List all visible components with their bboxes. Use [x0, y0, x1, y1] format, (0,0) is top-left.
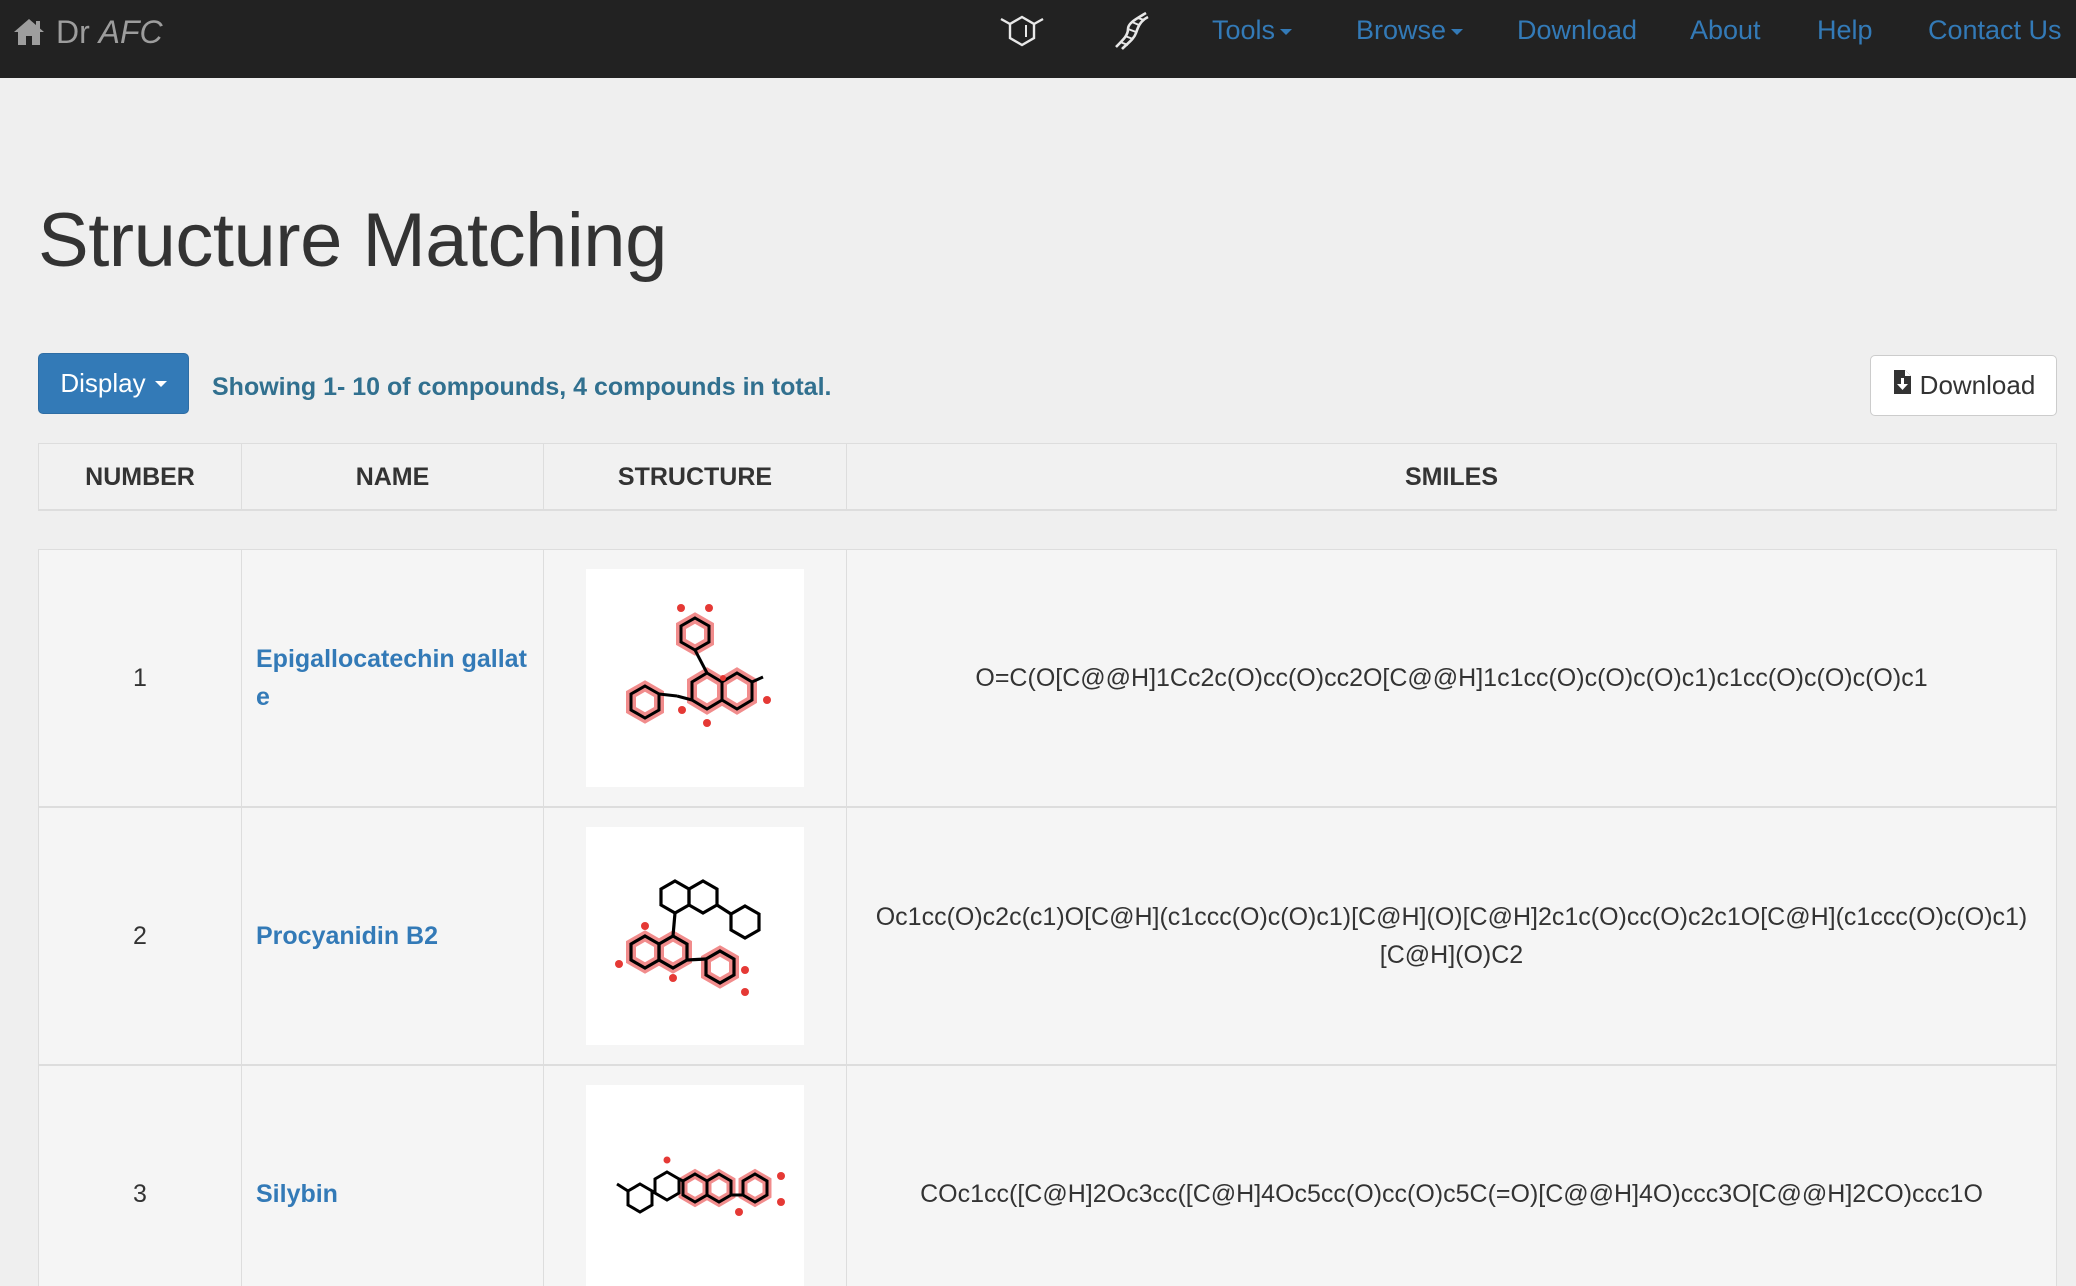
nav-tools-dropdown[interactable]: Tools [1212, 8, 1293, 52]
brand-name: Dr AFC [56, 14, 163, 51]
column-header-structure[interactable]: STRUCTURE [544, 444, 847, 510]
row-number: 2 [39, 808, 242, 1064]
display-button-label: Display [60, 368, 146, 398]
brand-suffix: AFC [98, 13, 163, 50]
table-header: NUMBER NAME STRUCTURE SMILES [38, 443, 2057, 511]
structure-cell [544, 1066, 847, 1286]
structure-cell [544, 808, 847, 1064]
nav-help-link[interactable]: Help [1817, 8, 1873, 52]
file-download-icon [1892, 369, 1912, 402]
table-row: 1 Epigallocatechin gallate O=C(O[C@@H]1C… [38, 549, 2057, 807]
table-row: 2 Procyanidin B2 Oc1cc(O)c2c(c1)O[C@H](c… [38, 807, 2057, 1065]
chevron-down-icon [154, 380, 167, 387]
download-button[interactable]: Download [1870, 355, 2057, 416]
column-header-number[interactable]: NUMBER [39, 444, 242, 510]
nav-contact-link[interactable]: Contact Us [1928, 8, 2062, 52]
structure-image[interactable] [586, 1085, 804, 1286]
molecule-icon[interactable] [994, 6, 1050, 56]
smiles-string: O=C(O[C@@H]1Cc2c(O)cc(O)cc2O[C@@H]1c1cc(… [975, 664, 1928, 692]
dna-icon[interactable] [1102, 6, 1158, 56]
download-button-label: Download [1919, 370, 2036, 400]
table-body: 1 Epigallocatechin gallate O=C(O[C@@H]1C… [38, 549, 2057, 1286]
nav-browse-label: Browse [1356, 15, 1447, 45]
structure-image[interactable] [586, 827, 804, 1045]
brand-prefix: Dr [56, 13, 99, 50]
chevron-down-icon [1451, 28, 1464, 35]
smiles-string: COc1cc([C@H]2Oc3cc([C@H]4Oc5cc(O)cc(O)c5… [920, 1180, 1983, 1208]
table-row: 3 Silybin COc1cc([C@H]2Oc3cc([C@H]4Oc5cc… [38, 1065, 2057, 1286]
results-summary: Showing 1- 10 of compounds, 4 compounds … [212, 373, 832, 401]
column-header-smiles[interactable]: SMILES [847, 444, 2056, 510]
nav-about-link[interactable]: About [1690, 8, 1761, 52]
compound-name-link[interactable]: Silybin [242, 1066, 544, 1286]
navbar: Dr AFC Tools Browse Download About Help … [0, 0, 2076, 78]
column-header-name[interactable]: NAME [242, 444, 544, 510]
compound-name-link[interactable]: Epigallocatechin gallate [242, 550, 544, 806]
page-title: Structure Matching [38, 198, 667, 283]
display-dropdown-button[interactable]: Display [38, 353, 189, 414]
chevron-down-icon [1280, 28, 1293, 35]
structure-cell [544, 550, 847, 806]
row-number: 3 [39, 1066, 242, 1286]
nav-tools-label: Tools [1212, 15, 1276, 45]
brand-link[interactable]: Dr AFC [12, 12, 163, 52]
row-number: 1 [39, 550, 242, 806]
smiles-string: Oc1cc(O)c2c(c1)O[C@H](c1ccc(O)c(O)c1)[C@… [875, 903, 2028, 969]
nav-browse-dropdown[interactable]: Browse [1356, 8, 1464, 52]
compound-name-link[interactable]: Procyanidin B2 [242, 808, 544, 1064]
home-icon [12, 17, 46, 47]
nav-download-link[interactable]: Download [1517, 8, 1637, 52]
structure-image[interactable] [586, 569, 804, 787]
